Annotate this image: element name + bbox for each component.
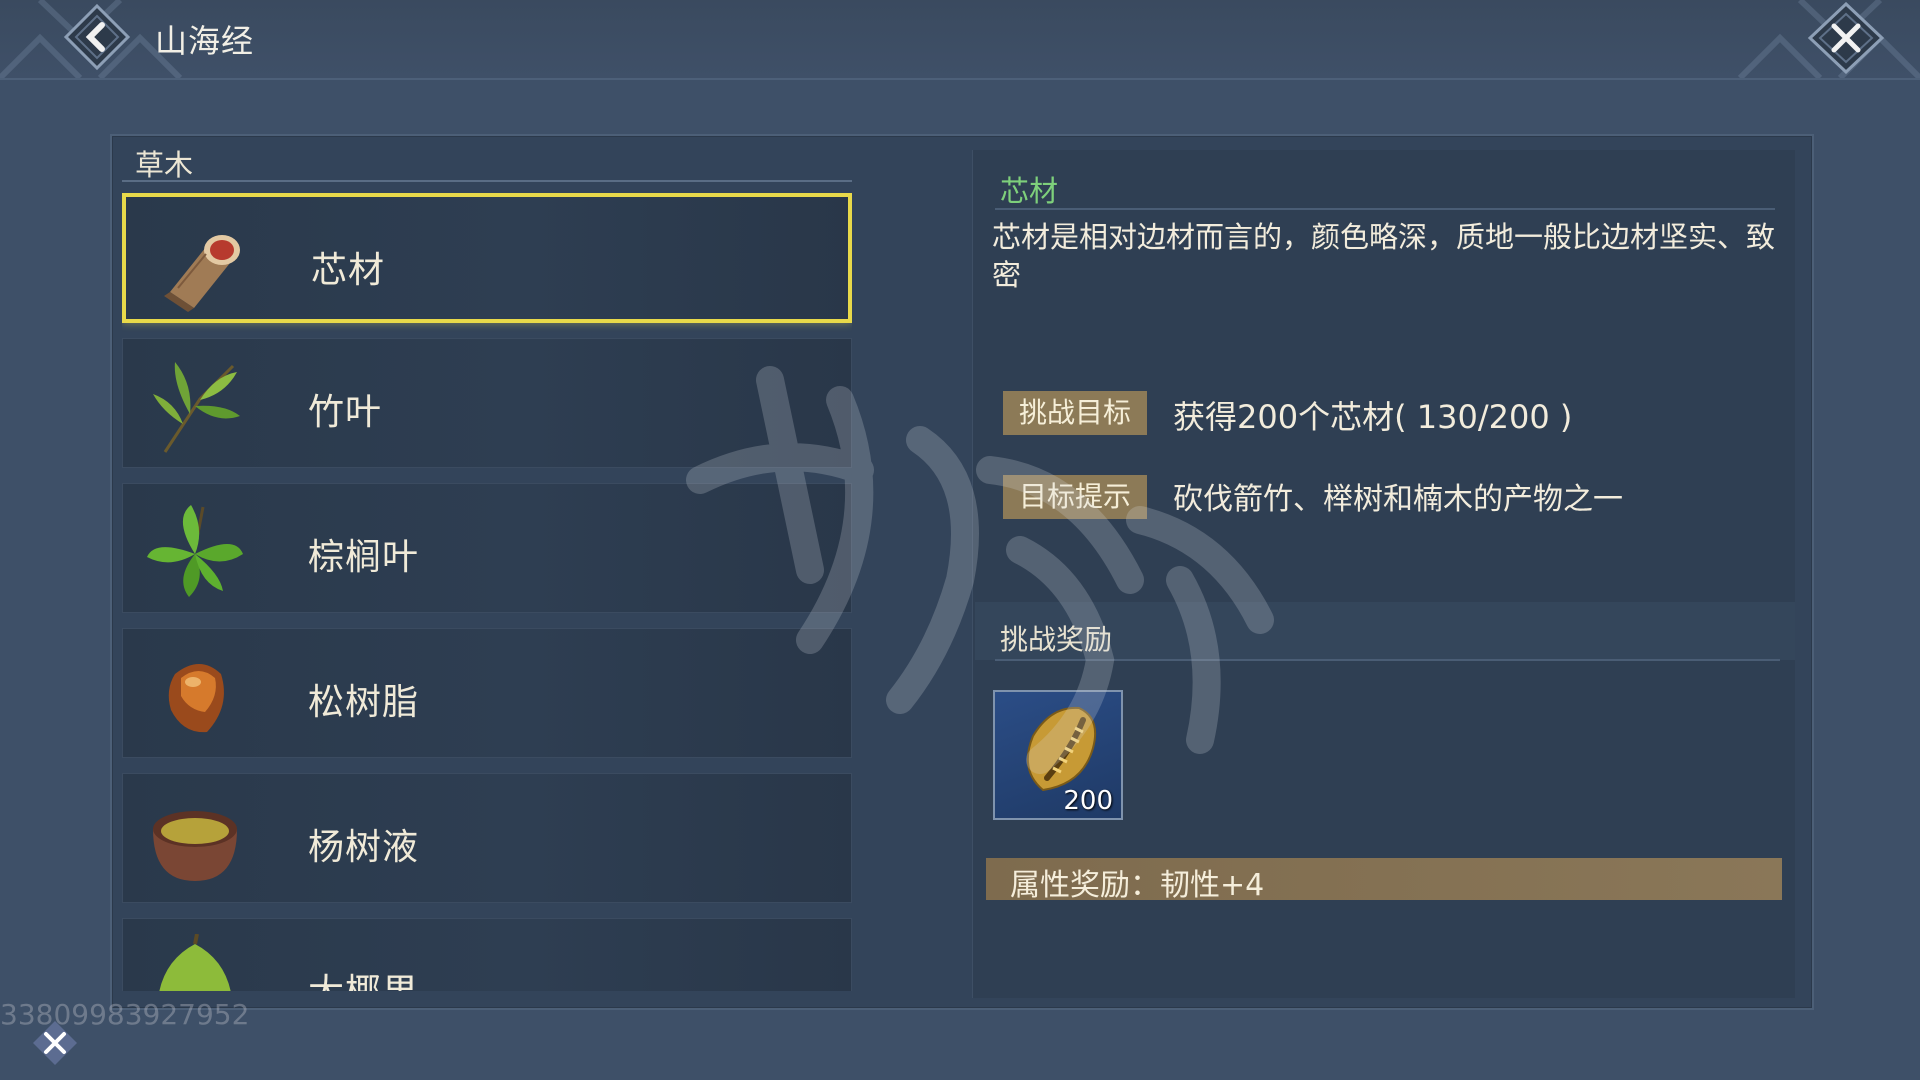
item-label: 杨树液 — [308, 827, 420, 868]
list-item-poplar-sap[interactable]: 杨树液 — [122, 773, 852, 903]
reward-quantity: 200 — [1063, 786, 1113, 816]
attribute-reward-text: 属性奖励：韧性+4 — [1010, 868, 1265, 903]
bamboo-leaf-icon — [145, 354, 245, 454]
item-label: 竹叶 — [308, 392, 383, 433]
divider — [122, 180, 852, 182]
hint-text: 砍伐箭竹、榉树和楠木的产物之一 — [1173, 482, 1623, 517]
goal-tag: 挑战目标 — [1003, 391, 1147, 435]
list-item-bamboo-leaf[interactable]: 竹叶 — [122, 338, 852, 468]
category-label: 草木 — [135, 148, 194, 182]
item-description: 芯材是相对边材而言的，颜色略深，质地一般比边材坚实、致密 — [992, 220, 1776, 292]
list-item-heartwood[interactable]: 芯材 — [122, 193, 852, 323]
corner-close-button[interactable] — [30, 1018, 80, 1068]
divider — [995, 659, 1780, 661]
top-bar: 山海经 — [0, 0, 1920, 80]
divider — [995, 208, 1775, 210]
back-arrow-icon — [63, 3, 131, 71]
close-icon — [33, 1021, 77, 1065]
back-button[interactable] — [62, 2, 132, 72]
item-label: 大椰果 — [308, 963, 419, 991]
list-item-palm-leaf[interactable]: 棕榈叶 — [122, 483, 852, 613]
page-title: 山海经 — [155, 22, 255, 60]
reward-title: 挑战奖励 — [1000, 623, 1113, 656]
close-button[interactable] — [1806, 1, 1886, 75]
list-item-coconut[interactable]: 大椰果 — [122, 918, 852, 991]
item-label: 松树脂 — [308, 682, 420, 723]
item-name: 芯材 — [1000, 174, 1059, 208]
item-list[interactable]: 芯材 竹叶 棕榈叶 松树脂 杨树液 — [122, 193, 852, 991]
list-item-pine-resin[interactable]: 松树脂 — [122, 628, 852, 758]
reward-slot[interactable]: 200 — [993, 690, 1123, 820]
goal-text: 获得200个芯材( 130/200 ) — [1173, 398, 1573, 436]
item-label: 芯材 — [311, 250, 386, 291]
cowrie-shell-icon — [1026, 706, 1097, 792]
coconut-icon — [145, 933, 245, 991]
close-icon — [1807, 1, 1885, 75]
resin-icon — [145, 644, 245, 744]
palm-leaf-icon — [145, 499, 245, 599]
hint-tag: 目标提示 — [1003, 475, 1147, 519]
log-icon — [148, 212, 248, 312]
sap-bowl-icon — [145, 789, 245, 889]
item-label: 棕榈叶 — [308, 537, 420, 578]
